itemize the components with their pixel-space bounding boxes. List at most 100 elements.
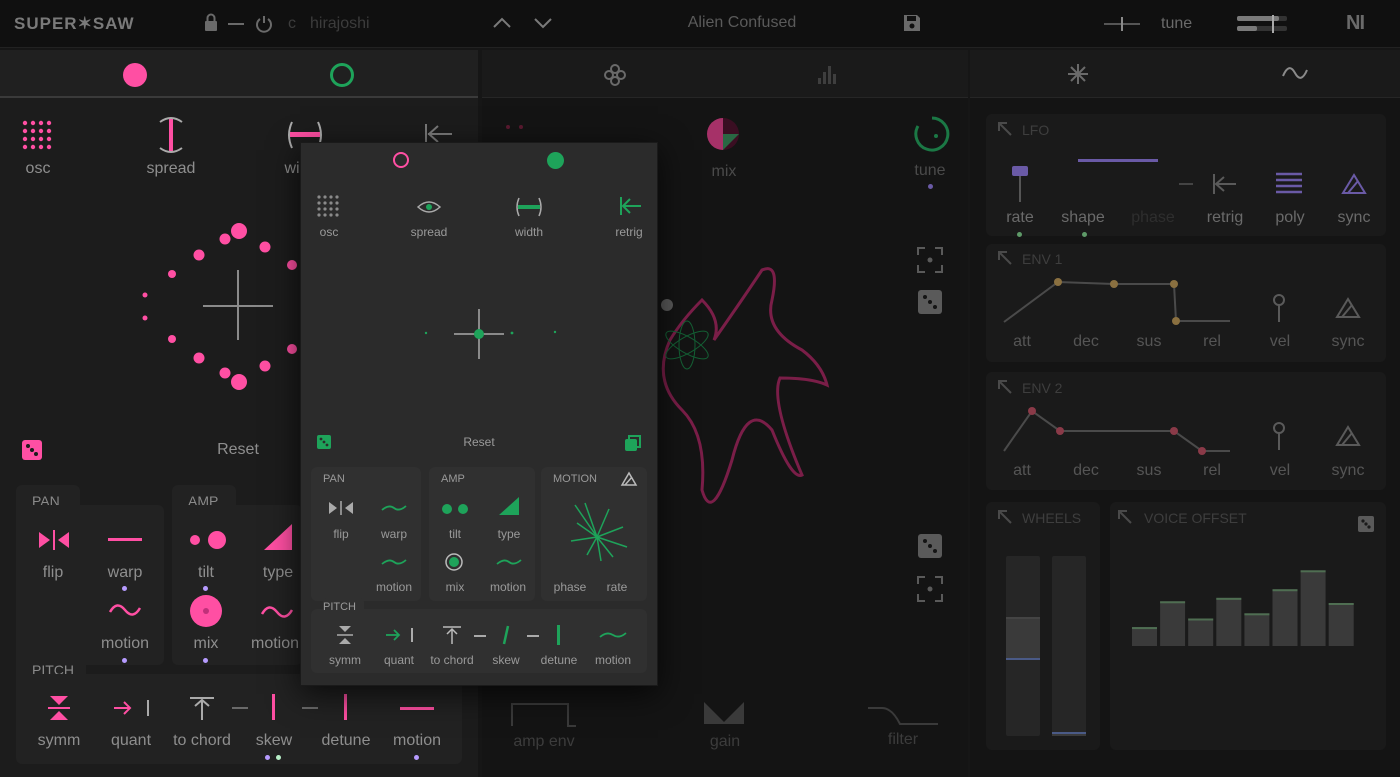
type-icon[interactable] bbox=[264, 524, 292, 550]
spread-icon[interactable] bbox=[156, 116, 186, 154]
tab-pink-dot[interactable] bbox=[123, 63, 147, 87]
retrig-icon[interactable] bbox=[619, 197, 641, 215]
pan-motion-icon[interactable] bbox=[381, 557, 407, 567]
dice-icon[interactable] bbox=[918, 534, 942, 558]
env2-curve[interactable] bbox=[1002, 406, 1232, 456]
voice-offset-bar[interactable] bbox=[1188, 618, 1214, 646]
rate-slider-icon[interactable] bbox=[1010, 166, 1030, 202]
voice-offset-bar[interactable] bbox=[1132, 627, 1157, 646]
warp-icon[interactable] bbox=[381, 503, 407, 513]
tilt-icon[interactable] bbox=[441, 503, 471, 515]
flip-icon[interactable] bbox=[38, 530, 70, 550]
preset-name[interactable]: Alien Confused bbox=[650, 14, 834, 32]
detune-icon[interactable] bbox=[344, 694, 347, 720]
dice-icon[interactable] bbox=[22, 440, 42, 460]
sync-icon[interactable] bbox=[1335, 297, 1361, 318]
pitch-motion-icon[interactable] bbox=[599, 630, 627, 640]
flower-icon[interactable] bbox=[604, 64, 626, 86]
amp-env-icon[interactable] bbox=[511, 702, 576, 728]
lock-icon[interactable] bbox=[204, 13, 218, 32]
osc-label: osc bbox=[25, 160, 51, 177]
collapse-arrow-icon[interactable] bbox=[998, 251, 1012, 265]
symm-icon[interactable] bbox=[48, 694, 70, 722]
chevron-down-icon[interactable] bbox=[534, 17, 552, 29]
voice-offset-bar[interactable] bbox=[1328, 603, 1354, 646]
sync-icon[interactable] bbox=[1341, 173, 1367, 194]
bars-icon[interactable] bbox=[818, 66, 838, 84]
motion-burst-icon[interactable] bbox=[569, 501, 629, 562]
quant-icon[interactable] bbox=[112, 698, 152, 718]
spread-eye-icon[interactable] bbox=[416, 200, 442, 214]
reset-button[interactable]: Reset bbox=[208, 441, 268, 459]
amp-motion-icon[interactable] bbox=[496, 557, 522, 567]
save-icon[interactable] bbox=[903, 14, 921, 32]
minus-icon[interactable] bbox=[228, 23, 244, 25]
focus-icon[interactable] bbox=[917, 247, 943, 273]
scale-name[interactable]: hirajoshi bbox=[310, 15, 370, 33]
type-icon[interactable] bbox=[499, 497, 519, 515]
pitch-motion-icon[interactable] bbox=[400, 707, 434, 710]
power-icon[interactable] bbox=[255, 14, 273, 33]
voice-offset-bar[interactable] bbox=[1216, 597, 1242, 646]
flip-label: flip bbox=[42, 564, 64, 581]
motion-path-display[interactable] bbox=[652, 260, 852, 520]
skew-icon[interactable] bbox=[272, 694, 275, 720]
width-icon[interactable] bbox=[515, 197, 543, 217]
detune-icon[interactable] bbox=[557, 625, 560, 645]
mod-indicator bbox=[414, 755, 419, 760]
poly-icon[interactable] bbox=[1276, 172, 1302, 196]
osc-grid-icon[interactable] bbox=[317, 195, 341, 219]
scale-root[interactable]: c bbox=[288, 15, 296, 33]
dice-icon[interactable] bbox=[317, 435, 331, 449]
skew-icon[interactable] bbox=[501, 625, 511, 645]
chevron-up-icon[interactable] bbox=[493, 17, 511, 29]
voice-offset-bar[interactable] bbox=[1300, 570, 1326, 646]
sync-icon[interactable] bbox=[1335, 425, 1361, 446]
collapse-arrow-icon[interactable] bbox=[998, 122, 1012, 136]
dice-icon[interactable] bbox=[918, 290, 942, 314]
copy-icon[interactable] bbox=[625, 435, 641, 451]
dice-icon[interactable] bbox=[1358, 516, 1374, 532]
tilt-icon[interactable] bbox=[188, 530, 228, 550]
warp-line-icon[interactable] bbox=[108, 538, 142, 541]
sine-icon[interactable] bbox=[1282, 66, 1308, 80]
tune-slider-icon[interactable] bbox=[1104, 16, 1140, 32]
voice-spread-display[interactable] bbox=[120, 210, 320, 410]
env1-curve[interactable] bbox=[1002, 274, 1232, 325]
voice-spread-display[interactable] bbox=[411, 303, 561, 359]
pan-motion-icon[interactable] bbox=[108, 600, 142, 620]
quant-icon[interactable] bbox=[385, 627, 415, 643]
tab-green-dot[interactable] bbox=[547, 152, 564, 169]
vel-icon[interactable] bbox=[1272, 294, 1286, 322]
retrig-icon[interactable] bbox=[1212, 174, 1236, 194]
voice-offset-bar[interactable] bbox=[1244, 613, 1270, 646]
tab-pink-ring[interactable] bbox=[393, 152, 409, 168]
flip-icon[interactable] bbox=[329, 501, 353, 515]
mod-wheel[interactable] bbox=[1052, 556, 1086, 736]
pitch-wheel[interactable] bbox=[1006, 556, 1040, 736]
collapse-arrow-icon[interactable] bbox=[998, 510, 1012, 524]
popup-reset-button[interactable]: Reset bbox=[453, 435, 505, 449]
vel-icon[interactable] bbox=[1272, 422, 1286, 450]
tune-knob-icon[interactable] bbox=[914, 116, 950, 152]
voice-offset-bar[interactable] bbox=[1272, 589, 1298, 646]
sync-icon[interactable] bbox=[620, 471, 638, 486]
amp-motion-label: motion bbox=[250, 635, 300, 652]
voice-offset-bars[interactable] bbox=[1132, 560, 1358, 646]
mix-knob-icon[interactable] bbox=[445, 553, 463, 571]
osc-grid-icon[interactable] bbox=[22, 120, 54, 152]
filter-icon[interactable] bbox=[868, 706, 938, 728]
collapse-arrow-icon[interactable] bbox=[998, 380, 1012, 394]
collapse-arrow-icon[interactable] bbox=[1118, 510, 1132, 524]
focus-icon[interactable] bbox=[917, 576, 943, 602]
to-chord-icon[interactable] bbox=[190, 696, 214, 720]
voice-offset-bar[interactable] bbox=[1160, 601, 1186, 646]
gain-icon[interactable] bbox=[704, 700, 746, 726]
asterisk-icon[interactable] bbox=[1068, 64, 1088, 84]
to-chord-icon[interactable] bbox=[443, 626, 461, 644]
tab-green-ring[interactable] bbox=[330, 63, 354, 87]
mix-pie-icon[interactable] bbox=[706, 117, 740, 151]
amp-motion-icon[interactable] bbox=[260, 602, 294, 622]
shape-line-icon[interactable] bbox=[1078, 159, 1158, 162]
symm-icon[interactable] bbox=[337, 625, 353, 645]
